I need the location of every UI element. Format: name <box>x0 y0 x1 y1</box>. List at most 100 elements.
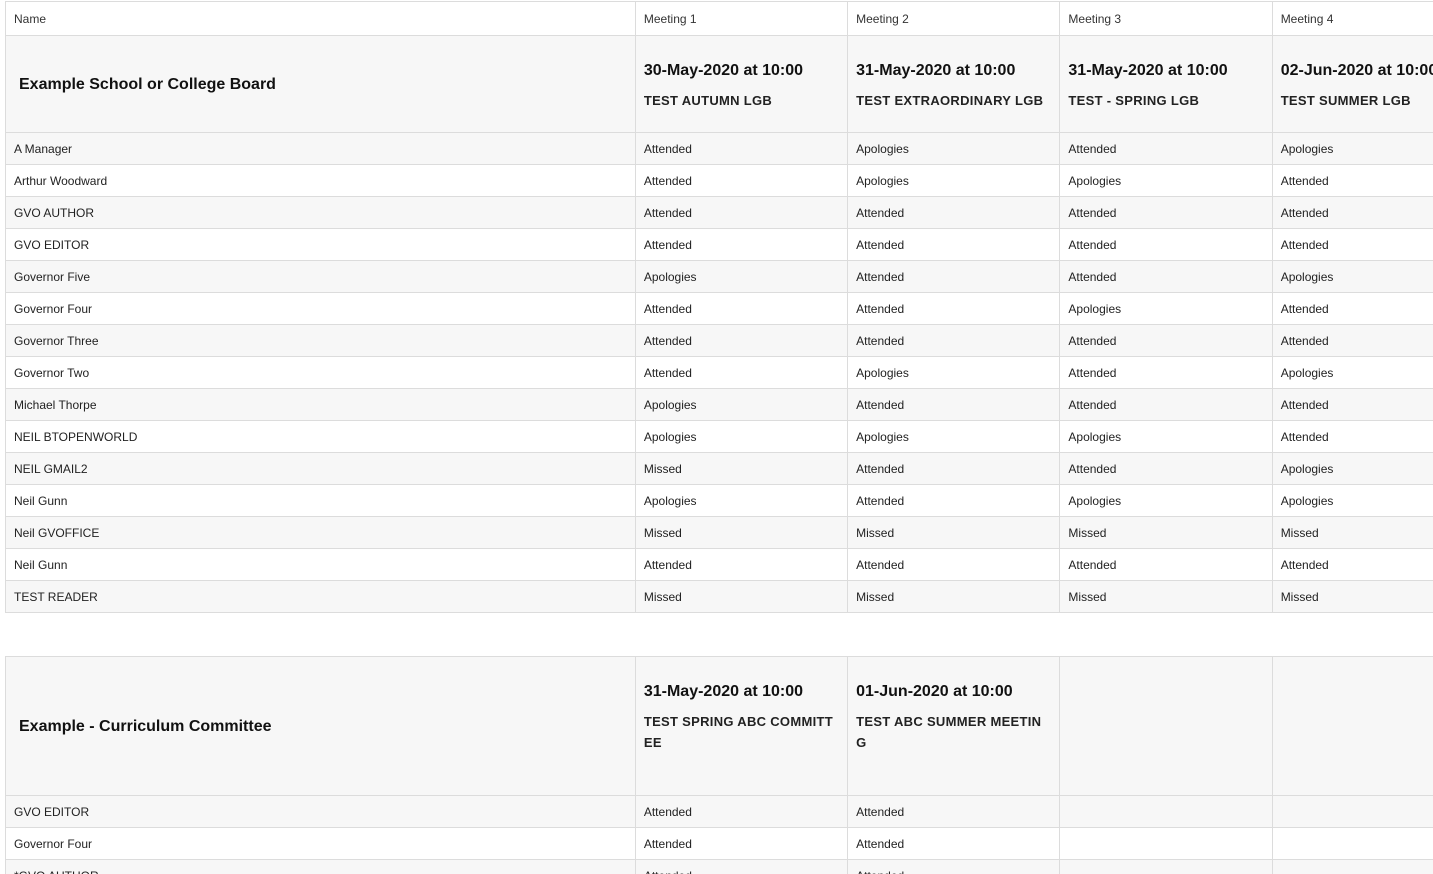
meeting-name[interactable]: TEST - SPRING LGB <box>1068 90 1263 111</box>
attendance-cell: Attended <box>1059 196 1273 229</box>
member-name: TEST READER <box>5 580 636 613</box>
member-name: Michael Thorpe <box>5 388 636 421</box>
meeting-date: 31-May-2020 at 10:00 <box>856 62 1016 79</box>
column-header-meeting-1[interactable]: Meeting 1 <box>634 1 849 36</box>
member-name: NEIL BTOPENWORLD <box>5 420 636 453</box>
attendance-cell: Attended <box>1059 260 1273 293</box>
attendance-cell: Attended <box>1059 452 1273 485</box>
column-header-meeting-2[interactable]: Meeting 2 <box>847 1 1061 36</box>
attendance-cell: Attended <box>847 228 1061 261</box>
attendance-cell: Attended <box>847 388 1061 421</box>
attendance-cell: Attended <box>1271 324 1433 357</box>
meeting-name[interactable]: TEST SUMMER LGB <box>1281 90 1433 111</box>
member-name: Arthur Woodward <box>5 164 636 197</box>
member-name: Governor Two <box>5 356 636 389</box>
attendance-cell: Apologies <box>1271 484 1433 517</box>
attendance-cell: Attended <box>634 132 849 165</box>
attendance-cell: Apologies <box>1271 356 1433 389</box>
attendance-cell: Attended <box>1271 388 1433 421</box>
table-row: TEST READER Missed Missed Missed Missed <box>5 580 1433 613</box>
group-header-row: Example School or College Board 30-May-2… <box>5 35 1433 133</box>
attendance-cell: Missed <box>634 452 849 485</box>
member-name: *GVO AUTHOR <box>5 859 636 874</box>
meeting-header-cell <box>1271 656 1433 796</box>
attendance-cell: Apologies <box>1059 420 1273 453</box>
attendance-cell: Attended <box>634 292 849 325</box>
meeting-name[interactable]: TEST ABC SUMMER MEETING <box>856 711 1051 753</box>
attendance-cell: Attended <box>1059 356 1273 389</box>
meeting-header-cell: 31-May-2020 at 10:00 TEST EXTRAORDINARY … <box>847 35 1061 133</box>
attendance-cell: Attended <box>634 827 849 860</box>
attendance-cell: Attended <box>1059 132 1273 165</box>
table-row: Neil Gunn Apologies Attended Apologies A… <box>5 484 1433 517</box>
column-header-meeting-3[interactable]: Meeting 3 <box>1059 1 1273 36</box>
attendance-cell <box>1271 827 1433 860</box>
meeting-date: 31-May-2020 at 10:00 <box>643 683 804 700</box>
attendance-cell: Missed <box>634 516 849 549</box>
table-row: Michael Thorpe Apologies Attended Attend… <box>5 388 1433 421</box>
attendance-cell: Missed <box>1059 580 1273 613</box>
attendance-cell: Apologies <box>1059 484 1273 517</box>
attendance-cell: Apologies <box>1271 260 1433 293</box>
meeting-header-cell: 01-Jun-2020 at 10:00 TEST ABC SUMMER MEE… <box>847 656 1061 796</box>
attendance-table-curriculum: Example - Curriculum Committee 31-May-20… <box>5 656 1433 874</box>
group-title: Example School or College Board <box>19 76 276 93</box>
meeting-name[interactable]: TEST SPRING ABC COMMITTEE <box>644 711 839 753</box>
attendance-cell: Apologies <box>1059 292 1273 325</box>
meeting-name[interactable]: TEST AUTUMN LGB <box>644 90 839 111</box>
member-name: Neil Gunn <box>5 548 636 581</box>
attendance-cell: Attended <box>1271 228 1433 261</box>
attendance-cell: Attended <box>847 292 1061 325</box>
attendance-cell: Attended <box>1059 324 1273 357</box>
column-header-name[interactable]: Name <box>5 1 636 36</box>
table-row: NEIL BTOPENWORLD Apologies Apologies Apo… <box>5 420 1433 453</box>
table-row: Arthur Woodward Attended Apologies Apolo… <box>5 164 1433 197</box>
attendance-cell: Attended <box>1059 388 1273 421</box>
attendance-cell: Attended <box>634 795 849 828</box>
table-row: Governor Three Attended Attended Attende… <box>5 324 1433 357</box>
meeting-header-cell: 30-May-2020 at 10:00 TEST AUTUMN LGB <box>634 35 849 133</box>
attendance-cell <box>1059 827 1273 860</box>
group-title-cell: Example - Curriculum Committee <box>5 656 636 796</box>
member-name: Governor Three <box>5 324 636 357</box>
member-name: GVO EDITOR <box>5 228 636 261</box>
attendance-cell: Attended <box>634 548 849 581</box>
attendance-cell: Attended <box>847 548 1061 581</box>
member-name: Neil GVOFFICE <box>5 516 636 549</box>
attendance-cell: Apologies <box>847 420 1061 453</box>
table-row: Governor Two Attended Apologies Attended… <box>5 356 1433 389</box>
attendance-cell: Attended <box>847 324 1061 357</box>
attendance-cell: Apologies <box>634 484 849 517</box>
column-header-meeting-4[interactable]: Meeting 4 <box>1271 1 1433 36</box>
attendance-cell: Attended <box>1271 420 1433 453</box>
meeting-header-cell: 31-May-2020 at 10:00 TEST - SPRING LGB <box>1059 35 1273 133</box>
member-name: GVO AUTHOR <box>5 196 636 229</box>
attendance-cell: Attended <box>1271 292 1433 325</box>
meeting-date: 30-May-2020 at 10:00 <box>643 62 804 79</box>
meeting-name[interactable]: TEST EXTRAORDINARY LGB <box>856 90 1051 111</box>
attendance-cell: Apologies <box>634 420 849 453</box>
attendance-cell: Attended <box>634 196 849 229</box>
table-row: Governor Four Attended Attended <box>5 827 1433 860</box>
attendance-cell <box>1271 859 1433 874</box>
attendance-cell <box>1271 795 1433 828</box>
attendance-cell: Apologies <box>634 388 849 421</box>
attendance-cell: Attended <box>1271 548 1433 581</box>
table-row: *GVO AUTHOR Attended Attended <box>5 859 1433 874</box>
member-name: A Manager <box>5 132 636 165</box>
attendance-cell: Missed <box>1271 516 1433 549</box>
table-row: Governor Four Attended Attended Apologie… <box>5 292 1433 325</box>
attendance-cell: Attended <box>1271 196 1433 229</box>
meeting-header-cell: 31-May-2020 at 10:00 TEST SPRING ABC COM… <box>634 656 849 796</box>
table-row: GVO AUTHOR Attended Attended Attended At… <box>5 196 1433 229</box>
meeting-date: 01-Jun-2020 at 10:00 <box>856 683 1013 700</box>
attendance-cell <box>1059 795 1273 828</box>
group-title-cell: Example School or College Board <box>5 35 636 133</box>
member-name: GVO EDITOR <box>5 795 636 828</box>
attendance-cell: Missed <box>1059 516 1273 549</box>
attendance-cell: Attended <box>634 356 849 389</box>
member-name: Governor Four <box>5 827 636 860</box>
table-row: A Manager Attended Apologies Attended Ap… <box>5 132 1433 165</box>
group-header-row: Example - Curriculum Committee 31-May-20… <box>5 656 1433 796</box>
attendance-cell: Attended <box>634 324 849 357</box>
